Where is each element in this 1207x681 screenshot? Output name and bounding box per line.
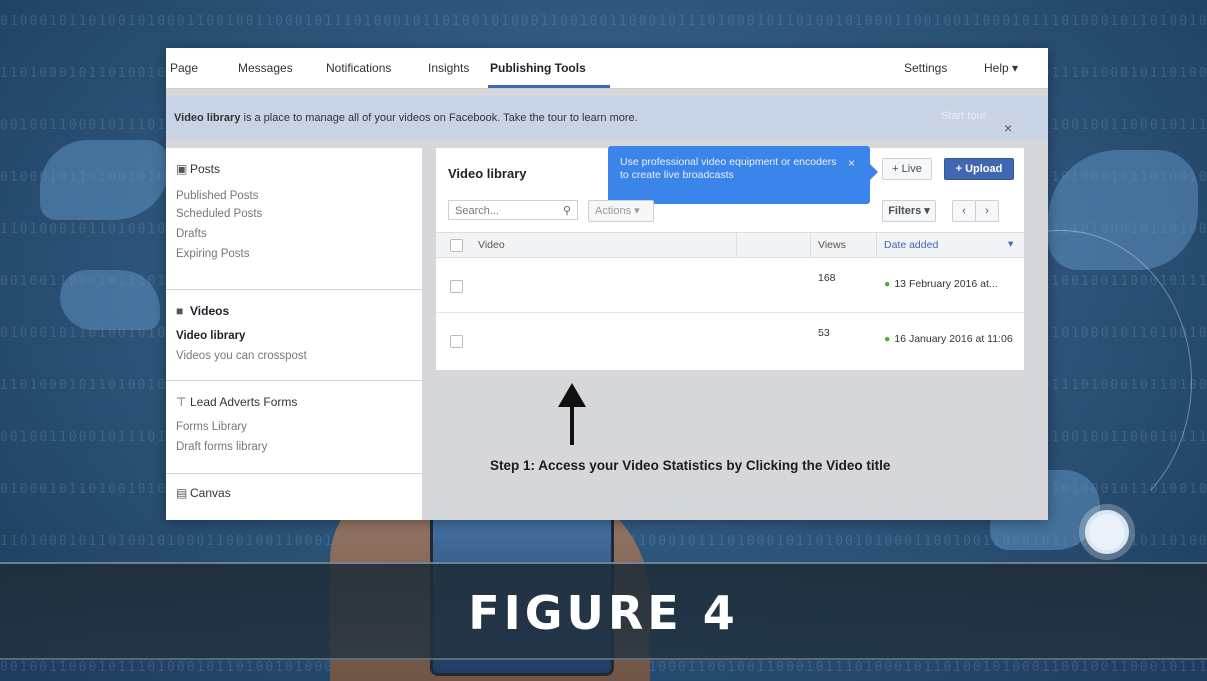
location-marker-icon <box>1085 510 1129 554</box>
sidebar-item-scheduled-posts[interactable]: Scheduled Posts <box>176 208 262 220</box>
facebook-screenshot: Page Messages Notifications Insights Pub… <box>166 48 1048 520</box>
tooltip-message: Use professional video equipment or enco… <box>620 156 837 181</box>
table-header: Video Views Date added ▾ <box>436 232 1024 258</box>
column-video[interactable]: Video <box>478 239 505 251</box>
row-date-text: 16 January 2016 at 11:06 <box>894 333 1013 345</box>
next-page-button[interactable]: › <box>975 200 999 222</box>
search-icon: ⚲ <box>562 205 571 217</box>
filter-icon: ⊤ <box>176 395 187 409</box>
sidebar-head-posts[interactable]: ▣ Posts <box>176 162 220 176</box>
arrow-up-icon <box>558 383 586 407</box>
live-tooltip: Use professional video equipment or enco… <box>608 146 878 204</box>
sidebar-head-forms[interactable]: ⊤ Lead Adverts Forms <box>176 395 297 409</box>
top-navigation: Page Messages Notifications Insights Pub… <box>166 48 1048 89</box>
figure-banner: FIGURE 4 <box>0 562 1207 660</box>
figure-title: FIGURE 4 <box>468 586 739 640</box>
column-divider <box>810 233 811 257</box>
nav-messages[interactable]: Messages <box>238 61 293 75</box>
status-dot-icon: ● <box>884 278 891 290</box>
tooltip-pointer <box>870 164 878 180</box>
column-views[interactable]: Views <box>818 239 846 251</box>
close-icon[interactable]: × <box>1004 120 1012 136</box>
column-date-added[interactable]: Date added <box>884 239 938 251</box>
sidebar-item-published-posts[interactable]: Published Posts <box>176 190 258 202</box>
row-checkbox[interactable] <box>450 335 463 348</box>
nav-settings[interactable]: Settings <box>904 61 947 75</box>
sidebar-head-label: Lead Adverts Forms <box>190 395 298 409</box>
sidebar-item-expiring-posts[interactable]: Expiring Posts <box>176 248 250 260</box>
world-map-landmass <box>40 140 170 220</box>
info-banner-body: is a place to manage all of your videos … <box>240 112 638 124</box>
sidebar-section-canvas: ▤ Canvas <box>166 474 422 520</box>
sidebar-item-video-library[interactable]: Video library <box>176 330 245 342</box>
status-dot-icon: ● <box>884 333 891 345</box>
sidebar-head-videos[interactable]: ■ Videos <box>176 304 229 318</box>
info-banner-text: Video library is a place to manage all o… <box>174 112 638 124</box>
column-divider <box>736 233 737 257</box>
nav-publishing-tools[interactable]: Publishing Tools <box>490 61 586 75</box>
row-checkbox[interactable] <box>450 280 463 293</box>
info-banner-bold: Video library <box>174 112 241 124</box>
row-views: 53 <box>818 327 830 339</box>
posts-icon: ▣ <box>176 162 188 176</box>
sidebar: ▣ Posts Published Posts Scheduled Posts D… <box>166 148 422 520</box>
video-library-panel: Video library Use professional video equ… <box>436 146 1024 370</box>
sidebar-section-forms: ⊤ Lead Adverts Forms Forms Library Draft … <box>166 381 422 474</box>
upload-button[interactable]: + Upload <box>944 158 1014 180</box>
sidebar-head-label: Videos <box>190 304 230 318</box>
nav-insights[interactable]: Insights <box>428 61 469 75</box>
nav-page[interactable]: Page <box>170 61 198 75</box>
search-placeholder: Search... <box>455 205 500 217</box>
sidebar-item-videos-crosspost[interactable]: Videos you can crosspost <box>176 350 307 362</box>
sidebar-head-canvas[interactable]: ▤ Canvas <box>176 486 231 500</box>
binary-pattern-row: 0100010110100101000110010011000101110100… <box>0 14 1207 29</box>
sort-down-icon[interactable]: ▾ <box>1008 238 1013 250</box>
column-divider <box>876 233 877 257</box>
start-tour-button[interactable]: Start tour <box>941 110 986 122</box>
row-date: ● 16 January 2016 at 11:06 <box>884 333 1013 345</box>
nav-help[interactable]: Help ▾ <box>984 61 1018 75</box>
row-date-text: 13 February 2016 at... <box>894 278 998 290</box>
filters-dropdown[interactable]: Filters ▾ <box>882 200 936 222</box>
active-tab-indicator <box>488 85 610 88</box>
select-all-checkbox[interactable] <box>450 239 463 252</box>
table-row[interactable]: 53 ● 16 January 2016 at 11:06 <box>436 313 1024 367</box>
sidebar-section-videos: ■ Videos Video library Videos you can cro… <box>166 290 422 381</box>
arrow-shaft <box>570 405 574 445</box>
info-banner: Video library is a place to manage all o… <box>166 96 1048 140</box>
sidebar-item-drafts[interactable]: Drafts <box>176 228 207 240</box>
row-views: 168 <box>818 272 836 284</box>
live-button[interactable]: + Live <box>882 158 932 180</box>
prev-page-button[interactable]: ‹ <box>952 200 976 222</box>
actions-dropdown[interactable]: Actions ▾ <box>588 200 654 222</box>
canvas-icon: ▤ <box>176 486 188 500</box>
video-camera-icon: ■ <box>176 304 184 318</box>
sidebar-item-draft-forms[interactable]: Draft forms library <box>176 441 267 453</box>
close-icon[interactable]: × <box>848 156 855 170</box>
sidebar-head-label: Posts <box>190 162 221 176</box>
row-date: ● 13 February 2016 at... <box>884 278 998 290</box>
sidebar-item-forms-library[interactable]: Forms Library <box>176 421 247 433</box>
world-map-landmass <box>60 270 160 330</box>
panel-title: Video library <box>448 166 527 181</box>
nav-notifications[interactable]: Notifications <box>326 61 391 75</box>
table-row[interactable]: 168 ● 13 February 2016 at... <box>436 258 1024 313</box>
step-caption: Step 1: Access your Video Statistics by … <box>490 458 891 473</box>
sidebar-section-posts: ▣ Posts Published Posts Scheduled Posts D… <box>166 148 422 290</box>
sidebar-head-label: Canvas <box>190 486 231 500</box>
search-input[interactable]: Search... ⚲ <box>448 200 578 220</box>
